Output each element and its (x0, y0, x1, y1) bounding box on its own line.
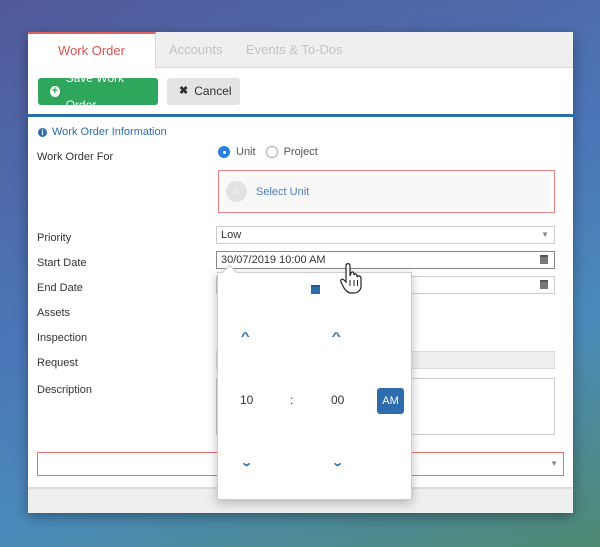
hand-pointer-cursor-icon (340, 263, 362, 294)
time-picker-popup: ^ ^ 10 : 00 AM ⌄ ⌄ (217, 272, 412, 500)
priority-label: Priority (37, 232, 72, 244)
save-work-order-button[interactable]: + Save Work Order (38, 71, 158, 112)
inspection-label: Inspection (37, 332, 88, 344)
plus-circle-icon: + (50, 85, 60, 97)
home-icon: ⌂ (226, 181, 247, 202)
end-date-label: End Date (37, 282, 83, 294)
radio-unit-label: Unit (236, 146, 256, 158)
assets-label: Assets (37, 307, 71, 319)
calendar-icon[interactable] (540, 280, 548, 289)
radio-project[interactable] (265, 146, 278, 158)
hour-value[interactable]: 10 (240, 393, 253, 407)
section-title: i Work Order Information (38, 126, 167, 138)
minute-down-chevron-icon[interactable]: ⌄ (331, 456, 344, 469)
radio-unit[interactable] (218, 146, 230, 158)
caret-down-icon: ▼ (541, 230, 549, 239)
toolbar: + Save Work Order ✖ Cancel (28, 69, 573, 113)
start-date-input[interactable]: 30/07/2019 10:00 AM (216, 251, 555, 269)
select-unit-button[interactable]: ⌂ Select Unit (218, 170, 555, 213)
tab-bar: Work Order Details Accounts Events & To-… (28, 32, 573, 91)
cancel-button[interactable]: ✖ Cancel (167, 78, 240, 105)
work-order-for-label: Work Order For (37, 151, 114, 163)
divider (28, 114, 573, 117)
hour-up-chevron-icon[interactable]: ^ (241, 331, 250, 343)
select-unit-label: Select Unit (256, 185, 310, 198)
minute-value[interactable]: 00 (331, 393, 344, 407)
time-separator: : (290, 393, 294, 407)
request-label: Request (37, 357, 78, 369)
info-icon: i (38, 127, 47, 137)
caret-down-icon: ▼ (550, 459, 558, 468)
minute-up-chevron-icon[interactable]: ^ (332, 331, 341, 343)
save-label: Save Work Order (65, 70, 125, 112)
section-title-text: Work Order Information (52, 126, 167, 138)
tab-events-todos[interactable]: Events & To-Dos (236, 32, 353, 68)
hour-down-chevron-icon[interactable]: ⌄ (240, 456, 253, 469)
radio-project-label: Project (283, 146, 318, 158)
calendar-icon[interactable] (540, 255, 548, 264)
priority-value: Low (221, 229, 242, 241)
am-pm-toggle-button[interactable]: AM (377, 388, 404, 414)
description-label: Description (37, 384, 93, 396)
start-date-value: 30/07/2019 10:00 AM (221, 254, 326, 266)
cancel-label: Cancel (194, 84, 232, 98)
start-date-label: Start Date (37, 257, 87, 269)
priority-select[interactable]: Low ▼ (216, 226, 555, 244)
close-icon: ✖ (179, 85, 189, 97)
work-order-for-radios: Unit Project (218, 146, 318, 158)
calendar-toggle-icon[interactable] (311, 285, 320, 294)
tab-accounts[interactable]: Accounts (159, 32, 232, 68)
tab-work-order-details[interactable]: Work Order Details (28, 32, 156, 91)
